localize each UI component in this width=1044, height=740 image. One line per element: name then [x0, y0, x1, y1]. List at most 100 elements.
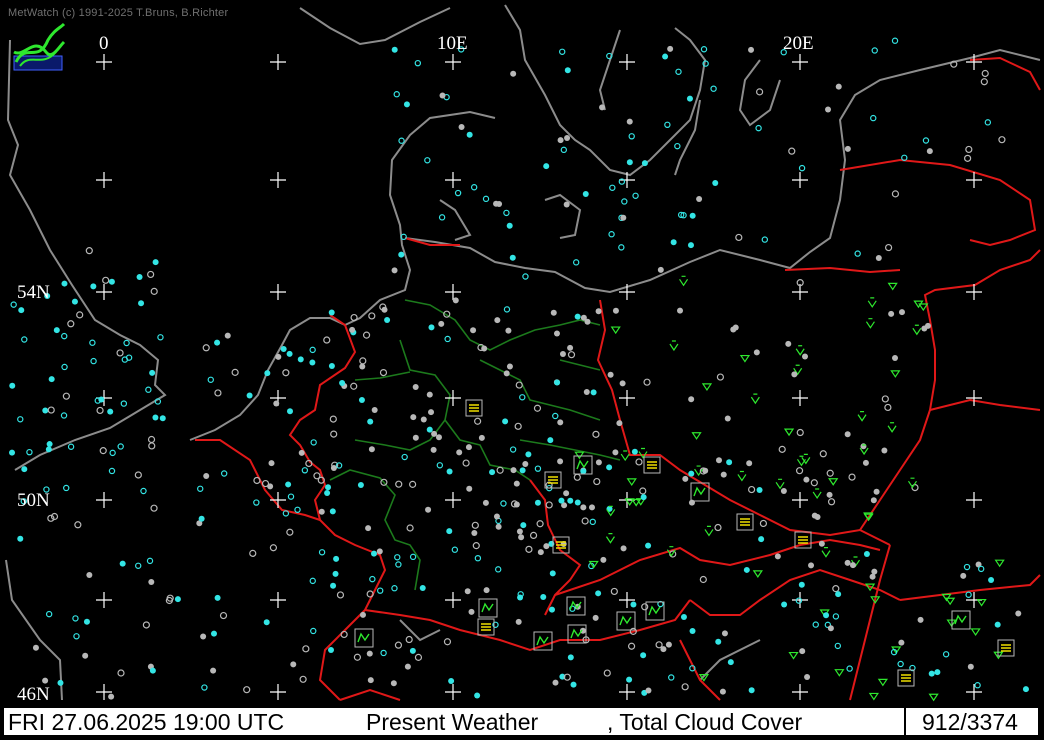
station-overcast	[844, 559, 851, 566]
station-weather	[739, 354, 751, 363]
station-overcast	[563, 201, 570, 208]
station-clear	[294, 506, 301, 513]
station-tstorm	[645, 601, 665, 621]
station-overcast	[32, 644, 39, 651]
station-clear	[253, 499, 260, 506]
station-clear	[369, 575, 376, 583]
station-overcast	[412, 383, 419, 390]
grid-cross	[966, 390, 982, 406]
station-clear	[503, 306, 511, 313]
station-clear	[72, 615, 79, 622]
station-clear	[201, 684, 208, 691]
station-partial	[446, 528, 453, 535]
station-overcast	[791, 371, 798, 378]
grid-cross	[270, 284, 286, 300]
station-shower	[704, 525, 714, 537]
station-overcast	[645, 687, 652, 694]
station-half	[699, 575, 707, 584]
station-partial	[214, 339, 221, 346]
station-half	[409, 480, 417, 488]
station-shower	[812, 488, 822, 500]
station-clear	[409, 553, 417, 561]
station-overcast	[924, 322, 931, 329]
grid-cross	[96, 492, 112, 508]
station-tstorm	[566, 596, 586, 616]
grid-cross	[445, 492, 461, 508]
grid-cross	[792, 284, 808, 300]
station-clear	[301, 467, 309, 474]
station-half	[881, 395, 889, 403]
station-half	[117, 669, 125, 677]
station-partial	[580, 468, 587, 475]
station-weather	[918, 303, 929, 312]
grid-cross	[792, 492, 808, 508]
grid-cross	[270, 172, 286, 188]
station-overcast	[330, 464, 337, 471]
station-overcast	[412, 434, 419, 441]
station-overcast	[510, 70, 517, 77]
station-box	[465, 399, 483, 417]
station-overcast	[553, 330, 560, 337]
station-half	[116, 349, 124, 357]
station-partial	[554, 379, 561, 386]
station-overcast	[468, 608, 475, 615]
grid-cross	[96, 54, 112, 70]
grid-cross	[619, 390, 635, 406]
station-overcast	[410, 414, 417, 421]
station-half	[635, 458, 643, 466]
grid-cross	[792, 54, 808, 70]
station-partial	[370, 550, 377, 557]
station-half	[443, 638, 452, 646]
station-weather	[828, 478, 839, 486]
station-clear	[140, 487, 147, 495]
station-clear	[424, 157, 431, 164]
station-clear	[474, 554, 482, 562]
station-half	[336, 591, 345, 599]
station-clear	[310, 627, 317, 635]
station-partial	[174, 596, 181, 603]
station-weather	[928, 693, 939, 702]
station-overcast	[892, 354, 899, 361]
station-partial	[645, 542, 652, 549]
station-partial	[726, 459, 733, 466]
station-clear	[482, 195, 490, 203]
station-clear	[618, 244, 625, 251]
station-overcast	[808, 562, 815, 569]
grid-cross	[792, 592, 808, 608]
station-partial	[595, 590, 602, 597]
station-clear	[135, 562, 142, 569]
station-overcast	[869, 573, 876, 580]
station-weather	[610, 326, 621, 335]
grid-cross	[792, 172, 808, 188]
station-partial	[534, 499, 541, 506]
station-clear	[494, 566, 502, 573]
station-overcast	[482, 499, 489, 506]
station-partial	[506, 222, 513, 229]
station-half	[350, 382, 358, 390]
station-overcast	[873, 488, 880, 495]
station-partial	[517, 594, 524, 601]
station-partial	[428, 324, 435, 331]
station-partial	[61, 280, 68, 287]
station-half	[406, 524, 414, 532]
station-half	[150, 287, 158, 295]
station-half	[150, 504, 158, 512]
weather-map[interactable]	[0, 0, 1044, 740]
grid-cross	[792, 390, 808, 406]
station-overcast	[774, 553, 781, 560]
station-half	[891, 190, 900, 198]
station-overcast	[557, 137, 564, 144]
station-partial	[159, 415, 166, 422]
station-partial	[83, 618, 90, 625]
station-weather	[626, 478, 637, 486]
station-overcast	[516, 528, 523, 535]
station-partial	[367, 418, 374, 425]
station-half	[142, 621, 150, 629]
station-clear	[109, 449, 116, 457]
station-partial	[286, 408, 293, 415]
station-partial	[358, 397, 365, 404]
station-shower	[638, 447, 648, 459]
station-partial	[448, 677, 455, 684]
station-clear	[17, 416, 24, 423]
station-partial	[988, 576, 995, 583]
